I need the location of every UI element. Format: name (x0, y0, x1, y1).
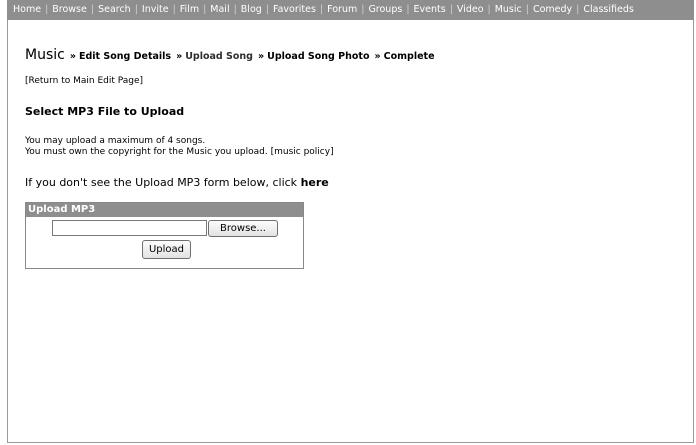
nav-separator: | (361, 4, 365, 15)
nav-home[interactable]: Home (13, 4, 41, 15)
top-navigation: Home | Browse | Search | Invite | Film | Mail | Blog… (7, 0, 694, 20)
nav-separator: | (406, 4, 410, 15)
nav-favorites[interactable]: Favorites (273, 4, 316, 15)
nav-events[interactable]: Events (414, 4, 446, 15)
nav-separator: | (203, 4, 207, 15)
nav-film[interactable]: Film (180, 4, 199, 15)
nav-classifieds[interactable]: Classifieds (583, 4, 633, 15)
breadcrumb-arrow: » (374, 51, 381, 62)
copyright-notice: You must own the copyright for the Music… (25, 147, 334, 158)
breadcrumb-upload-song-photo: Upload Song Photo (267, 51, 370, 62)
nav-groups[interactable]: Groups (368, 4, 402, 15)
nav-mail[interactable]: Mail (210, 4, 229, 15)
nav-separator: | (90, 4, 95, 15)
return-link-container: [Return to Main Edit Page] (25, 76, 143, 86)
copyright-text: You must own the copyright for the Music… (25, 147, 268, 157)
breadcrumb: Music» Edit Song Details» Upload Song» Uplo… (25, 44, 435, 63)
nav-search[interactable]: Search (98, 4, 131, 15)
fallback-notice: If you don't see the Upload MP3 form bel… (25, 176, 329, 189)
nav-music[interactable]: Music (495, 4, 522, 15)
nav-comedy[interactable]: Comedy (533, 4, 572, 15)
nav-forum[interactable]: Forum (327, 4, 357, 15)
upload-limit-text: You may upload a maximum of 4 songs. (25, 136, 206, 146)
nav-separator: | (134, 4, 138, 15)
nav-separator: | (319, 4, 324, 15)
browse-button[interactable]: Browse... (208, 220, 278, 237)
file-path-input[interactable] (52, 220, 207, 236)
nav-separator: | (576, 4, 580, 15)
nav-blog[interactable]: Blog (241, 4, 262, 15)
return-to-main-edit-link[interactable]: [Return to Main Edit Page] (25, 76, 143, 86)
nav-separator: | (172, 4, 176, 15)
upload-button[interactable]: Upload (142, 240, 191, 259)
nav-separator: | (265, 4, 269, 15)
music-policy-link[interactable]: [music policy] (271, 147, 334, 157)
breadcrumb-arrow: » (176, 51, 183, 62)
breadcrumb-upload-song: Upload Song (185, 51, 253, 62)
breadcrumb-complete: Complete (383, 51, 435, 62)
upload-panel-heading: Upload MP3 (26, 203, 303, 217)
upload-info: You may upload a maximum of 4 songs. You… (25, 136, 334, 158)
breadcrumb-edit-song-details: Edit Song Details (78, 51, 172, 62)
fallback-here-link[interactable]: here (301, 176, 329, 189)
fallback-text: If you don't see the Upload MP3 form bel… (25, 176, 298, 189)
breadcrumb-arrow: » (257, 51, 265, 62)
nav-separator: | (449, 4, 453, 15)
nav-separator: | (487, 4, 491, 15)
nav-separator: | (45, 4, 49, 15)
nav-video[interactable]: Video (457, 4, 484, 15)
nav-separator: | (233, 4, 237, 15)
breadcrumb-arrow: » (69, 51, 76, 62)
nav-browse[interactable]: Browse (52, 4, 87, 15)
page-title: Music (25, 47, 65, 63)
section-title: Select MP3 File to Upload (25, 105, 185, 118)
nav-separator: | (525, 4, 529, 15)
nav-invite[interactable]: Invite (142, 4, 169, 15)
upload-mp3-panel: Upload MP3 Browse... Upload (25, 202, 304, 269)
